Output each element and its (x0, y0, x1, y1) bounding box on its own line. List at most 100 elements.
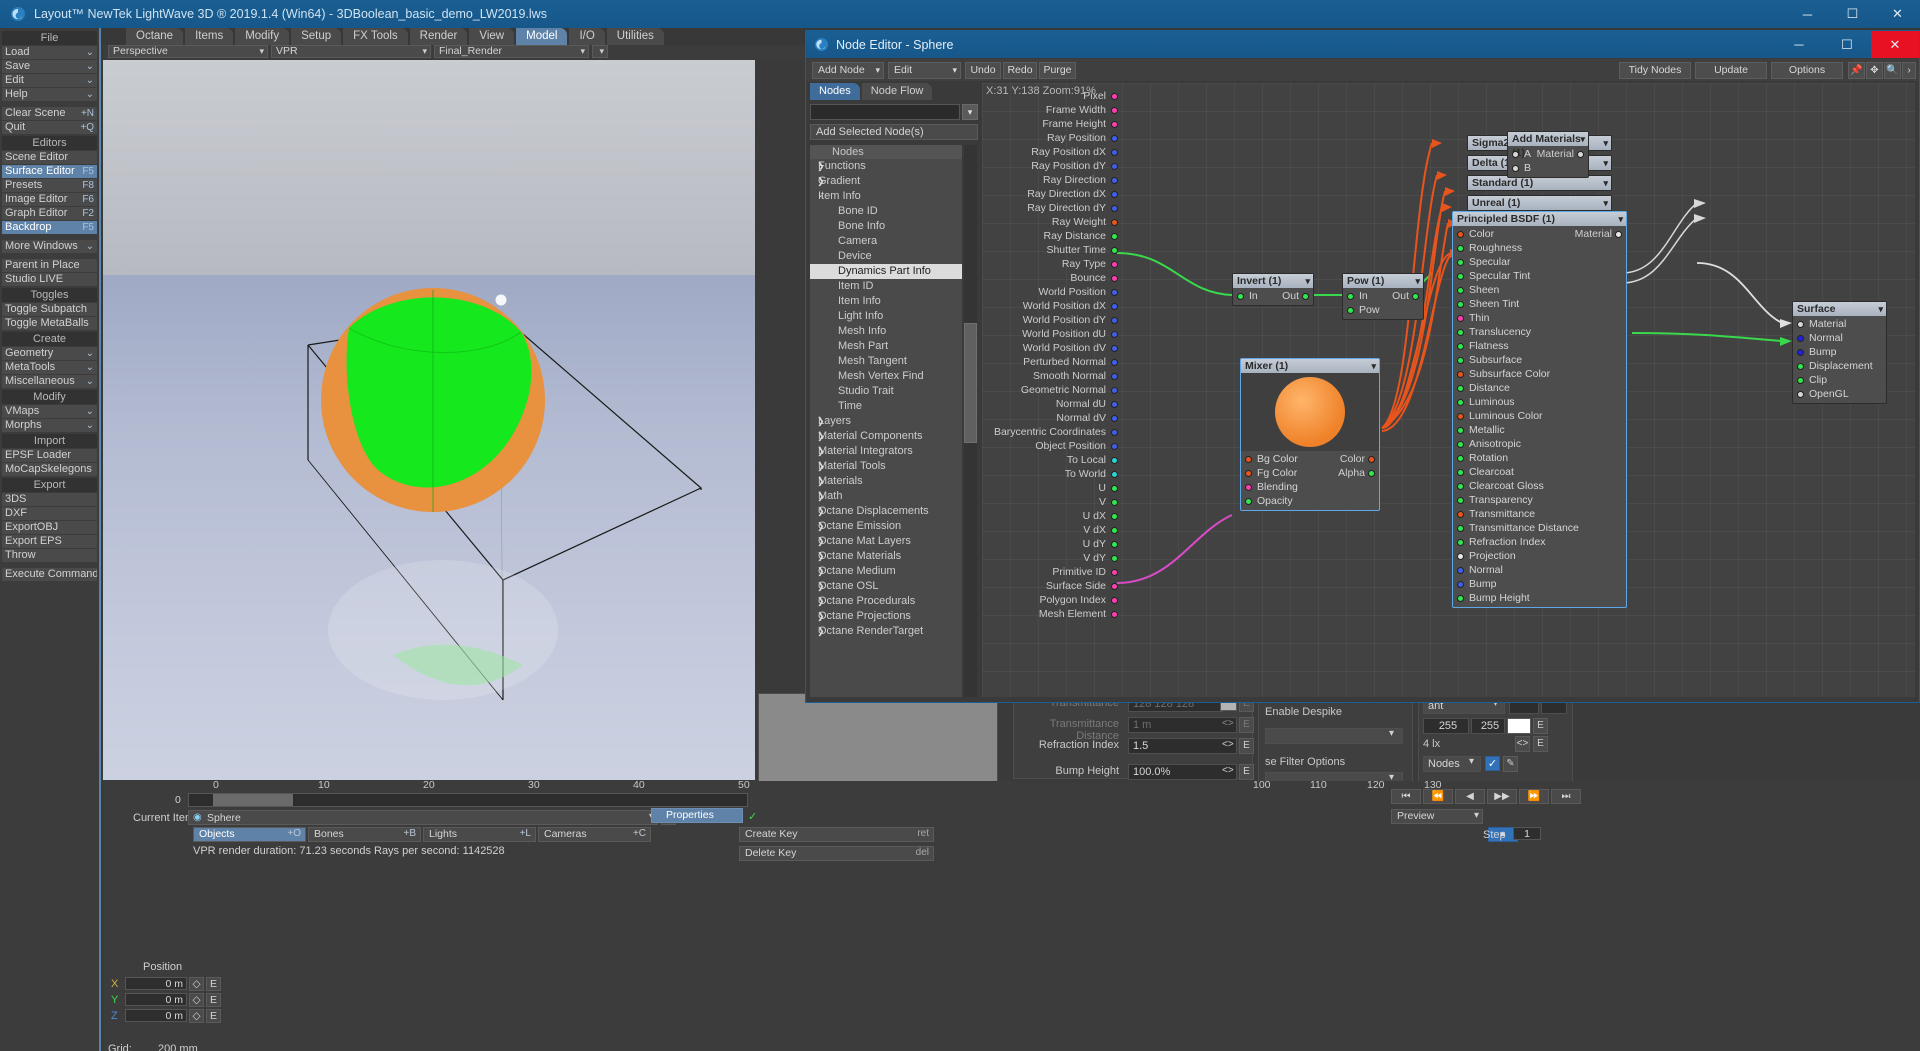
despike-dropdown-1[interactable] (1265, 728, 1403, 744)
pow-pow-row[interactable]: Pow (1343, 303, 1423, 317)
port-dot-material-out[interactable] (1615, 231, 1622, 238)
output-port-frame-width[interactable]: Frame Width (982, 103, 1122, 117)
axis-value-y[interactable]: 0 m (125, 993, 187, 1006)
node-tree-item-octane-mat-layers[interactable]: ❯ Octane Mat Layers (810, 534, 962, 549)
sidebar-item-image-editor[interactable]: Image Editor F6 (2, 193, 97, 206)
port-dot[interactable] (1457, 539, 1464, 546)
sidebar-item-geometry[interactable]: Geometry ⌄ (2, 347, 97, 360)
output-port-normal-dv[interactable]: Normal dV (982, 411, 1122, 425)
port-dot[interactable] (1111, 275, 1118, 282)
purge-button[interactable]: Purge (1039, 62, 1076, 79)
output-port-smooth-normal[interactable]: Smooth Normal (982, 369, 1122, 383)
port-dot[interactable] (1111, 415, 1118, 422)
node-tree-item-light-info[interactable]: Light Info (810, 309, 962, 324)
mixer-node[interactable]: Mixer (1) ▾ Bg Color Color Fg Color Alph… (1240, 358, 1380, 511)
chevron-down-icon[interactable]: ▾ (1603, 196, 1608, 210)
port-dot[interactable] (1457, 427, 1464, 434)
port-dot[interactable] (1111, 513, 1118, 520)
port-dot[interactable] (1111, 135, 1118, 142)
port-dot[interactable] (1111, 499, 1118, 506)
sidebar-item-dxf[interactable]: DXF (2, 507, 97, 520)
port-dot-out[interactable] (1412, 293, 1419, 300)
move-icon[interactable]: ✥ (1866, 62, 1883, 79)
port-dot[interactable] (1111, 569, 1118, 576)
port-dot[interactable] (1457, 525, 1464, 532)
axis-envelope-x[interactable]: E (206, 977, 221, 991)
bsdf-input-clearcoat[interactable]: Clearcoat (1453, 465, 1626, 479)
port-dot[interactable] (1797, 363, 1804, 370)
port-dot[interactable] (1457, 357, 1464, 364)
port-dot[interactable] (1457, 469, 1464, 476)
pow-node-header[interactable]: Pow (1) ▾ (1343, 274, 1423, 288)
output-port-perturbed-normal[interactable]: Perturbed Normal (982, 355, 1122, 369)
sidebar-item-toggle-metaballs[interactable]: Toggle MetaBalls (2, 317, 97, 330)
invert-node[interactable]: Invert (1) ▾ In Out (1232, 273, 1314, 306)
bsdf-input-projection[interactable]: Projection (1453, 549, 1626, 563)
output-port-ray-position-dy[interactable]: Ray Position dY (982, 159, 1122, 173)
sidebar-item-help[interactable]: Help ⌄ (2, 88, 97, 101)
surface-input-material[interactable]: Material (1793, 317, 1886, 331)
port-dot-material-out[interactable] (1577, 151, 1584, 158)
node-search-dropdown[interactable]: ▾ (962, 104, 978, 120)
sidebar-item-exportobj[interactable]: ExportOBJ (2, 521, 97, 534)
node-tree-scroll-thumb[interactable] (964, 323, 977, 443)
bsdf-input-refraction-index[interactable]: Refraction Index (1453, 535, 1626, 549)
node-tree-item-octane-materials[interactable]: ❯ Octane Materials (810, 549, 962, 564)
selection-mode-cameras[interactable]: Cameras +C (538, 827, 651, 842)
bsdf-input-specular[interactable]: Specular (1453, 255, 1626, 269)
bsdf-input-luminous[interactable]: Luminous (1453, 395, 1626, 409)
sidebar-item-morphs[interactable]: Morphs ⌄ (2, 419, 97, 432)
menu-tab-octane[interactable]: Octane (126, 28, 184, 45)
transmittance-distance-envelope-button[interactable]: E (1239, 717, 1254, 733)
render-target-dropdown[interactable]: Final_Render ▾ (434, 45, 589, 58)
add-materials-node[interactable]: Add Materials (1) ▾ A Material B (1507, 131, 1589, 178)
chevron-down-icon[interactable]: ▾ (1878, 302, 1883, 316)
port-dot[interactable] (1457, 441, 1464, 448)
port-dot[interactable] (1111, 261, 1118, 268)
menu-tab-setup[interactable]: Setup (291, 28, 342, 45)
bsdf-input-transmittance-distance[interactable]: Transmittance Distance (1453, 521, 1626, 535)
lx-envelope-button[interactable]: E (1533, 736, 1548, 752)
sidebar-item-toggle-subpatch[interactable]: Toggle Subpatch (2, 303, 97, 316)
port-dot[interactable] (1111, 541, 1118, 548)
surface-input-clip[interactable]: Clip (1793, 373, 1886, 387)
view-mode-dropdown[interactable]: Perspective ▾ (108, 45, 268, 58)
menu-tab-view[interactable]: View (469, 28, 515, 45)
axis-arrows-y[interactable]: ◇ (189, 993, 204, 1007)
color-envelope-button[interactable]: E (1533, 718, 1548, 734)
bsdf-input-sheen-tint[interactable]: Sheen Tint (1453, 297, 1626, 311)
bsdf-input-bump[interactable]: Bump (1453, 577, 1626, 591)
principled-bsdf-node[interactable]: Principled BSDF (1) ▾ Color Material Rough… (1452, 211, 1627, 608)
port-dot-fg-color[interactable] (1245, 470, 1252, 477)
output-port-to-local[interactable]: To Local (982, 453, 1122, 467)
chevron-down-icon[interactable]: ▾ (1603, 136, 1608, 150)
port-dot[interactable] (1111, 233, 1118, 240)
add-materials-input-a[interactable]: A Material (1508, 147, 1588, 161)
step-value-field[interactable]: 1 (1513, 827, 1541, 840)
port-dot-bg-color[interactable] (1245, 456, 1252, 463)
output-port-world-position-dv[interactable]: World Position dV (982, 341, 1122, 355)
invert-ports-row[interactable]: In Out (1233, 289, 1313, 303)
node-tree-item-mesh-part[interactable]: Mesh Part (810, 339, 962, 354)
bsdf-input-specular-tint[interactable]: Specular Tint (1453, 269, 1626, 283)
transmittance-distance-value[interactable]: 1 m (1128, 717, 1237, 733)
render-mode-dropdown[interactable]: VPR ▾ (271, 45, 431, 58)
port-dot-b[interactable] (1512, 165, 1519, 172)
output-port-ray-position-dx[interactable]: Ray Position dX (982, 145, 1122, 159)
bsdf-input-luminous-color[interactable]: Luminous Color (1453, 409, 1626, 423)
delete-key-button[interactable]: Delete Key del (739, 846, 934, 861)
add-node-dropdown[interactable]: Add Node ▾ (812, 62, 884, 79)
lx-arrows-button[interactable]: <> (1515, 736, 1530, 752)
sidebar-item-epsf-loader[interactable]: EPSF Loader (2, 449, 97, 462)
edit-dropdown[interactable]: Edit ▾ (888, 62, 961, 79)
node-tree-item-material-components[interactable]: ❯ Material Components (810, 429, 962, 444)
node-tree-item-octane-projections[interactable]: ❯ Octane Projections (810, 609, 962, 624)
port-dot[interactable] (1111, 219, 1118, 226)
node-tree-item-time[interactable]: Time (810, 399, 962, 414)
node-tree-item-octane-rendertarget[interactable]: ❯ Octane RenderTarget (810, 624, 962, 639)
surface-input-bump[interactable]: Bump (1793, 345, 1886, 359)
node-tree-item-octane-medium[interactable]: ❯ Octane Medium (810, 564, 962, 579)
node-tree-item-gradient[interactable]: ❯ Gradient (810, 174, 962, 189)
port-dot[interactable] (1111, 457, 1118, 464)
surface-input-normal[interactable]: Normal (1793, 331, 1886, 345)
